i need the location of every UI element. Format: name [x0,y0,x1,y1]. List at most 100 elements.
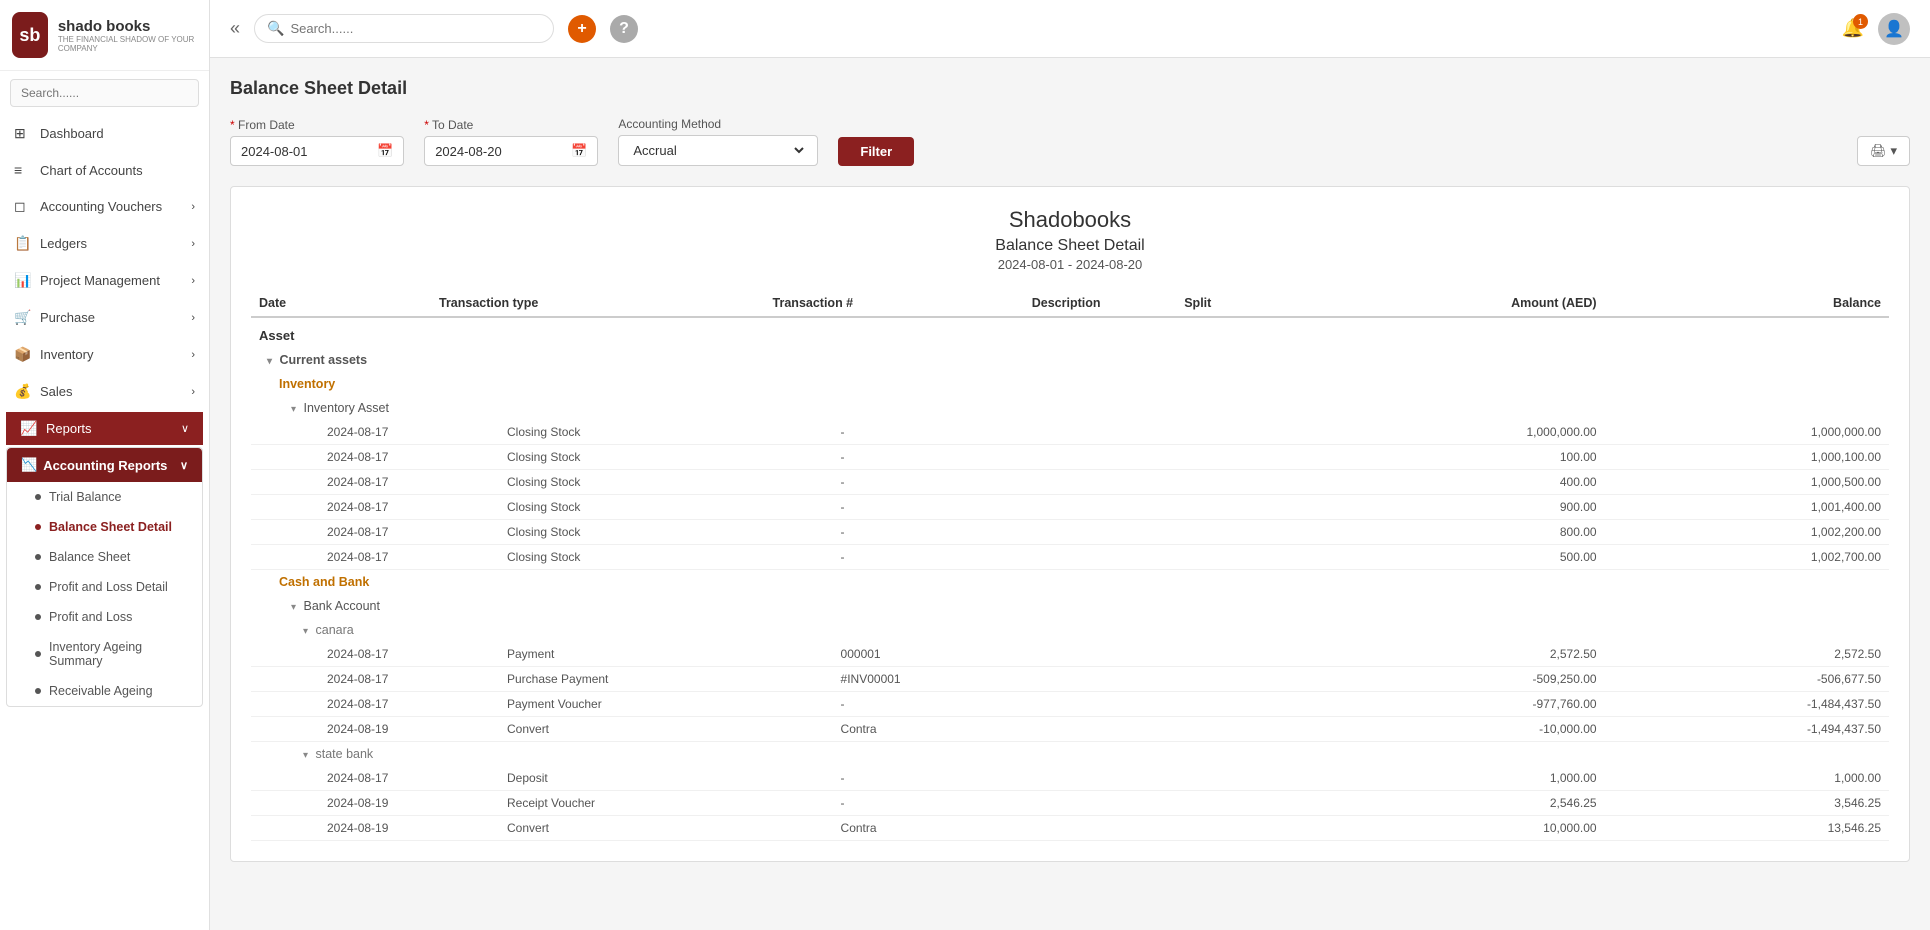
chart-icon: ≡ [14,162,32,178]
submenu-receivable-ageing[interactable]: Receivable Ageing [7,676,202,706]
cell-amount: 1,000,000.00 [1327,420,1604,445]
purchase-icon: 🛒 [14,309,32,326]
sidebar-item-label: Reports [46,421,92,436]
print-button[interactable]: 🖨 ▾ [1857,136,1910,166]
table-row: 2024-08-17 Closing Stock - 400.00 1,000,… [251,470,1889,495]
sidebar-item-purchase[interactable]: 🛒 Purchase › [0,299,209,336]
report-title: Balance Sheet Detail [251,237,1889,255]
project-icon: 📊 [14,272,32,289]
collapse-icon[interactable]: ▾ [267,356,272,367]
topbar: « 🔍 + ? 🔔 1 👤 [210,0,1930,58]
user-avatar[interactable]: 👤 [1878,13,1910,45]
table-row: 2024-08-19 Convert Contra 10,000.00 13,5… [251,816,1889,841]
sidebar-item-project-management[interactable]: 📊 Project Management › [0,262,209,299]
col-split: Split [1176,290,1327,317]
accounting-reports-label: Accounting Reports [43,458,167,473]
cell-split [1176,717,1327,742]
submenu-inventory-ageing[interactable]: Inventory Ageing Summary [7,632,202,676]
cell-date: 2024-08-17 [251,420,431,445]
cell-desc [1024,791,1177,816]
cell-tx-num: 000001 [765,642,1024,667]
sidebar-search-input[interactable] [10,79,199,107]
chevron-right-icon: › [191,386,195,398]
report-period: 2024-08-01 - 2024-08-20 [251,257,1889,272]
sidebar-item-sales[interactable]: 💰 Sales › [0,373,209,410]
collapse-icon[interactable]: ▾ [303,626,308,637]
help-button[interactable]: ? [610,15,638,43]
cell-desc [1024,692,1177,717]
content-area: Balance Sheet Detail * From Date 📅 * To … [210,58,1930,930]
cell-tx-type: Closing Stock [431,470,765,495]
from-date-group: * From Date 📅 [230,118,404,166]
table-row: 2024-08-17 Closing Stock - 100.00 1,000,… [251,445,1889,470]
chevron-right-icon: › [191,201,195,213]
collapse-icon[interactable]: ▾ [291,602,296,613]
cell-split [1176,791,1327,816]
chevron-right-icon: › [191,312,195,324]
sidebar-search-container [0,71,209,115]
collapse-icon[interactable]: ▾ [291,404,296,415]
from-date-input-box: 📅 [230,136,404,166]
cell-tx-type: Closing Stock [431,520,765,545]
cell-tx-num: Contra [765,816,1024,841]
submenu-label: Balance Sheet Detail [49,520,172,534]
submenu-balance-sheet[interactable]: Balance Sheet [7,542,202,572]
cell-tx-num: - [765,766,1024,791]
add-button[interactable]: + [568,15,596,43]
to-date-input[interactable] [435,144,565,159]
chevron-down-icon: ∨ [181,422,189,435]
col-date: Date [251,290,431,317]
submenu-profit-loss[interactable]: Profit and Loss [7,602,202,632]
accounting-reports-submenu: 📉 Accounting Reports ∨ Trial Balance Bal… [6,447,203,707]
col-tx-num: Transaction # [765,290,1024,317]
cell-tx-num: - [765,791,1024,816]
table-row: 2024-08-17 Purchase Payment #INV00001 -5… [251,667,1889,692]
print-dropdown-icon: ▾ [1890,143,1897,159]
group-label: Cash and Bank [251,570,1889,595]
submenu-balance-sheet-detail[interactable]: Balance Sheet Detail [7,512,202,542]
sidebar-item-accounting-vouchers[interactable]: ◻ Accounting Vouchers › [0,188,209,225]
subsection-label: ▾ Current assets [251,348,1889,372]
submenu-label: Profit and Loss Detail [49,580,168,594]
sidebar-item-chart-of-accounts[interactable]: ≡ Chart of Accounts [0,152,209,188]
collapse-button[interactable]: « [230,18,240,39]
collapse-icon[interactable]: ▾ [303,750,308,761]
sidebar-logo: sb shado books THE FINANCIAL SHADOW OF Y… [0,0,209,71]
main-area: « 🔍 + ? 🔔 1 👤 Balance Sheet Detail * Fro… [210,0,1930,930]
cell-tx-type: Convert [431,717,765,742]
sales-icon: 💰 [14,383,32,400]
sidebar-item-dashboard[interactable]: ⊞ Dashboard [0,115,209,152]
calendar-icon[interactable]: 📅 [377,143,393,159]
from-date-input[interactable] [241,144,371,159]
cell-desc [1024,545,1177,570]
dot-icon [35,688,41,694]
filter-button[interactable]: Filter [838,137,914,166]
sidebar-item-reports[interactable]: 📈 Reports ∨ [6,412,203,445]
page-title: Balance Sheet Detail [230,78,1910,99]
notification-button[interactable]: 🔔 1 [1842,18,1864,39]
cell-balance: 1,002,700.00 [1605,545,1889,570]
sidebar-item-ledgers[interactable]: 📋 Ledgers › [0,225,209,262]
cell-split [1176,667,1327,692]
accounting-reports-header[interactable]: 📉 Accounting Reports ∨ [7,448,202,482]
to-date-group: * To Date 📅 [424,118,598,166]
sidebar-item-label: Chart of Accounts [40,163,143,178]
cell-tx-type: Deposit [431,766,765,791]
calendar-icon[interactable]: 📅 [571,143,587,159]
submenu-trial-balance[interactable]: Trial Balance [7,482,202,512]
accounting-method-select[interactable]: Accrual Cash [629,142,807,159]
col-amount: Amount (AED) [1327,290,1604,317]
dot-icon [35,651,41,657]
accounting-method-select-box: Accrual Cash [618,135,818,166]
accounting-reports-icon: 📉 [21,457,37,473]
cell-tx-num: - [765,545,1024,570]
from-date-label: * From Date [230,118,404,132]
cell-tx-type: Closing Stock [431,545,765,570]
subgroup2-label: ▾ canara [251,618,1889,642]
cell-tx-num: - [765,520,1024,545]
vouchers-icon: ◻ [14,198,32,215]
topbar-search-input[interactable] [290,21,541,36]
sidebar-item-inventory[interactable]: 📦 Inventory › [0,336,209,373]
cell-balance: 1,000,000.00 [1605,420,1889,445]
submenu-profit-loss-detail[interactable]: Profit and Loss Detail [7,572,202,602]
